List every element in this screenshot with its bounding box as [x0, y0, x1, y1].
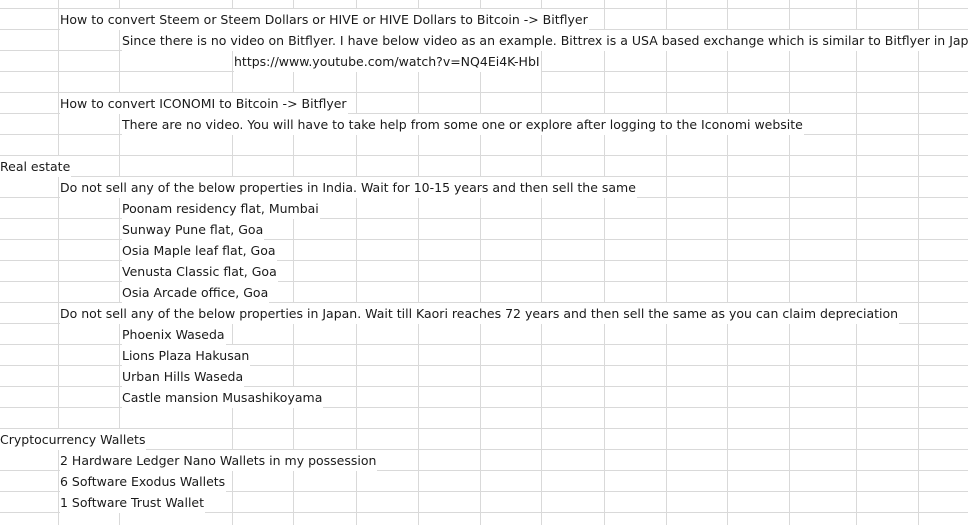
cell-a-row-8[interactable]: Real estate — [0, 156, 72, 177]
spreadsheet-grid[interactable]: How to convert Steem or Steem Dollars or… — [0, 0, 968, 525]
cell-c-row-11[interactable]: Sunway Pune flat, Goa — [122, 219, 265, 240]
cell-b-row-5[interactable]: How to convert ICONOMI to Bitcoin -> Bit… — [60, 93, 348, 114]
cell-b-row-24[interactable]: 1 Software Trust Wallet — [60, 492, 206, 513]
cell-b-row-1[interactable]: How to convert Steem or Steem Dollars or… — [60, 9, 589, 30]
cell-b-row-9[interactable]: Do not sell any of the below properties … — [60, 177, 637, 198]
cell-c-row-19[interactable]: Castle mansion Musashikoyama — [122, 387, 324, 408]
cell-c-row-14[interactable]: Osia Arcade office, Goa — [122, 282, 270, 303]
cell-b-row-22[interactable]: 2 Hardware Ledger Nano Wallets in my pos… — [60, 450, 378, 471]
column-gridline — [789, 0, 790, 525]
cell-c-row-13[interactable]: Venusta Classic flat, Goa — [122, 261, 278, 282]
cell-c-row-10[interactable]: Poonam residency flat, Mumbai — [122, 198, 320, 219]
cell-c-row-2[interactable]: Since there is no video on Bitflyer. I h… — [122, 30, 968, 51]
cell-b-row-15[interactable]: Do not sell any of the below properties … — [60, 303, 900, 324]
column-gridline — [918, 0, 919, 525]
column-gridline — [356, 0, 357, 525]
column-gridline — [480, 0, 481, 525]
cell-c-row-18[interactable]: Urban Hills Waseda — [122, 366, 245, 387]
column-gridline — [727, 0, 728, 525]
cell-b-row-23[interactable]: 6 Software Exodus Wallets — [60, 471, 227, 492]
cell-d-row-3[interactable]: https://www.youtube.com/watch?v=NQ4Ei4K-… — [234, 51, 541, 72]
cell-c-row-16[interactable]: Phoenix Waseda — [122, 324, 226, 345]
column-gridline — [293, 0, 294, 525]
cell-c-row-12[interactable]: Osia Maple leaf flat, Goa — [122, 240, 277, 261]
row-gridline — [0, 155, 968, 156]
cell-a-row-21[interactable]: Cryptocurrency Wallets — [0, 429, 147, 450]
cell-c-row-17[interactable]: Lions Plaza Hakusan — [122, 345, 251, 366]
column-gridline — [666, 0, 667, 525]
column-gridline — [418, 0, 419, 525]
column-gridline — [604, 0, 605, 525]
cell-c-row-6[interactable]: There are no video. You will have to tak… — [122, 114, 804, 135]
column-gridline — [541, 0, 542, 525]
column-gridline — [856, 0, 857, 525]
